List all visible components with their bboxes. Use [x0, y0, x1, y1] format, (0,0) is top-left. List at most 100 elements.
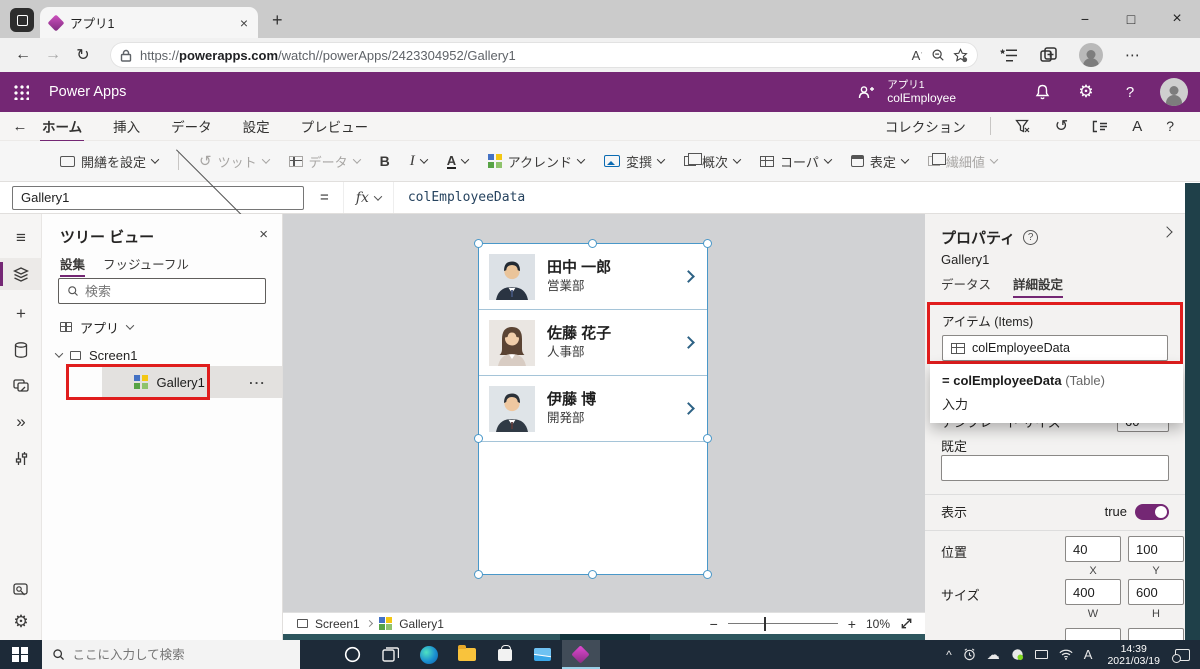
- zoom-in-button[interactable]: +: [848, 616, 856, 632]
- windows-start-button[interactable]: [12, 647, 28, 663]
- menu-settings[interactable]: 設定: [241, 112, 272, 140]
- resize-handle[interactable]: [588, 239, 597, 248]
- chevron-right-icon[interactable]: [682, 336, 695, 349]
- collections-icon[interactable]: [1000, 48, 1018, 63]
- resize-handle[interactable]: [474, 434, 483, 443]
- address-bar[interactable]: https://powerapps.com/watch//powerApps/2…: [110, 42, 978, 68]
- file-explorer-icon[interactable]: [448, 640, 486, 669]
- tray-teams-icon[interactable]: [1011, 648, 1024, 661]
- breadcrumb-screen[interactable]: Screen1: [315, 617, 360, 631]
- items-input[interactable]: colEmployeeData: [942, 335, 1168, 361]
- browser-settings-icon[interactable]: ⋯: [1125, 46, 1140, 64]
- filter-icon[interactable]: [1015, 119, 1031, 134]
- tab-groups-icon[interactable]: [1040, 47, 1057, 64]
- zoom-slider-thumb[interactable]: [764, 617, 766, 631]
- window-close-button[interactable]: ×: [1154, 0, 1200, 38]
- notification-center-icon[interactable]: [1175, 649, 1190, 661]
- zoom-level[interactable]: 10%: [866, 617, 890, 631]
- tree-search-input[interactable]: [85, 284, 235, 299]
- media-button[interactable]: 変撰: [604, 152, 664, 171]
- clipped-input[interactable]: [1065, 628, 1121, 640]
- clipped-input[interactable]: [1128, 628, 1184, 640]
- breadcrumb-gallery[interactable]: Gallery1: [399, 617, 444, 631]
- table-button[interactable]: コーパ: [760, 152, 831, 171]
- cortana-icon[interactable]: [334, 640, 372, 669]
- right-edge-scroll-strip[interactable]: [1185, 183, 1200, 640]
- edge-icon[interactable]: [410, 640, 448, 669]
- bold-button[interactable]: B: [380, 153, 390, 169]
- rail-data-icon[interactable]: [0, 334, 42, 366]
- new-tab-button[interactable]: +: [272, 10, 283, 31]
- rail-menu-icon[interactable]: ≡: [0, 222, 42, 254]
- gallery-item[interactable]: 田中 一郎 営業部: [479, 244, 707, 310]
- tray-ime-indicator[interactable]: A: [1084, 647, 1093, 662]
- tray-onedrive-icon[interactable]: ☁: [987, 647, 1000, 663]
- chevron-right-icon[interactable]: [682, 402, 695, 415]
- read-aloud-icon[interactable]: Aʾ: [912, 48, 923, 63]
- fx-dropdown[interactable]: fx: [343, 182, 394, 213]
- resize-handle[interactable]: [588, 570, 597, 579]
- browser-forward-button[interactable]: →: [38, 46, 68, 64]
- notifications-bell-icon[interactable]: [1020, 84, 1064, 100]
- copy-button[interactable]: 概次: [684, 152, 740, 171]
- tab-actions-icon[interactable]: [10, 8, 34, 32]
- italic-button[interactable]: I: [410, 153, 427, 170]
- tab-close-icon[interactable]: ×: [240, 15, 248, 31]
- resize-handle[interactable]: [703, 434, 712, 443]
- rail-media-icon[interactable]: [0, 370, 42, 402]
- font-color-button[interactable]: A: [447, 154, 468, 169]
- gallery-layout-button[interactable]: アクレンド: [488, 152, 584, 171]
- menu-preview[interactable]: プレビュー: [299, 112, 371, 140]
- browser-tab[interactable]: アプリ1 ×: [40, 7, 258, 38]
- window-maximize-button[interactable]: □: [1108, 0, 1154, 38]
- browser-back-button[interactable]: ←: [8, 46, 38, 64]
- tree-tab-components[interactable]: フッジューフル: [103, 254, 189, 277]
- share-person-icon[interactable]: [853, 85, 879, 100]
- account-avatar[interactable]: [1160, 78, 1188, 106]
- waffle-icon[interactable]: [13, 84, 29, 100]
- favorites-star-icon[interactable]: [953, 48, 968, 63]
- collections-label[interactable]: コレクション: [885, 116, 966, 136]
- resize-handle[interactable]: [474, 570, 483, 579]
- props-tab-data[interactable]: データス: [941, 274, 991, 298]
- zoom-slider[interactable]: [728, 623, 838, 625]
- fit-to-window-icon[interactable]: [900, 617, 913, 630]
- tray-alarm-icon[interactable]: [963, 648, 976, 661]
- menubar-help-icon[interactable]: ?: [1166, 118, 1174, 134]
- zoom-out-button[interactable]: −: [710, 616, 718, 632]
- tray-expand-icon[interactable]: ^: [946, 648, 952, 662]
- size-w-input[interactable]: 400: [1065, 579, 1121, 605]
- mail-icon[interactable]: [524, 640, 562, 669]
- browser-refresh-button[interactable]: ↻: [68, 45, 98, 65]
- rail-tree-view-icon[interactable]: [0, 258, 42, 290]
- default-input[interactable]: [941, 455, 1169, 481]
- gallery-item[interactable]: 伊藤 博 開発部: [479, 376, 707, 442]
- taskbar-search-box[interactable]: [42, 640, 300, 669]
- menu-insert[interactable]: 挿入: [111, 112, 142, 140]
- canvas[interactable]: 田中 一郎 営業部 佐藤 花子: [283, 214, 925, 640]
- position-y-input[interactable]: 100: [1128, 536, 1184, 562]
- settings-gear-icon[interactable]: ⚙: [1064, 82, 1108, 102]
- properties-help-icon[interactable]: ?: [1023, 230, 1038, 245]
- tray-keyboard-icon[interactable]: [1035, 650, 1048, 659]
- reset-button[interactable]: ↺ツット: [199, 152, 269, 171]
- formula-suggestion-dropdown[interactable]: = colEmployeeData (Table) 入力: [930, 364, 1183, 423]
- position-x-input[interactable]: 40: [1065, 536, 1121, 562]
- powerapps-taskbar-icon[interactable]: [562, 640, 600, 669]
- resize-handle[interactable]: [474, 239, 483, 248]
- taskbar-search-input[interactable]: [73, 648, 263, 662]
- zoom-out-icon[interactable]: [931, 48, 945, 62]
- size-h-input[interactable]: 600: [1128, 579, 1184, 605]
- store-icon[interactable]: [486, 640, 524, 669]
- display-button[interactable]: 表定: [851, 152, 908, 171]
- undo-icon[interactable]: ↺: [1055, 116, 1068, 136]
- detail-value-button[interactable]: 繊細値: [928, 152, 997, 171]
- tray-wifi-icon[interactable]: [1059, 649, 1073, 660]
- visible-toggle[interactable]: [1135, 504, 1169, 520]
- rail-search-media-icon[interactable]: [0, 574, 42, 606]
- control-selector[interactable]: Gallery1: [12, 186, 304, 210]
- chevron-right-icon[interactable]: [682, 270, 695, 283]
- tree-node-more-icon[interactable]: ...: [249, 372, 266, 387]
- menu-home[interactable]: ホーム: [40, 112, 84, 140]
- app-back-button[interactable]: ←: [0, 118, 40, 135]
